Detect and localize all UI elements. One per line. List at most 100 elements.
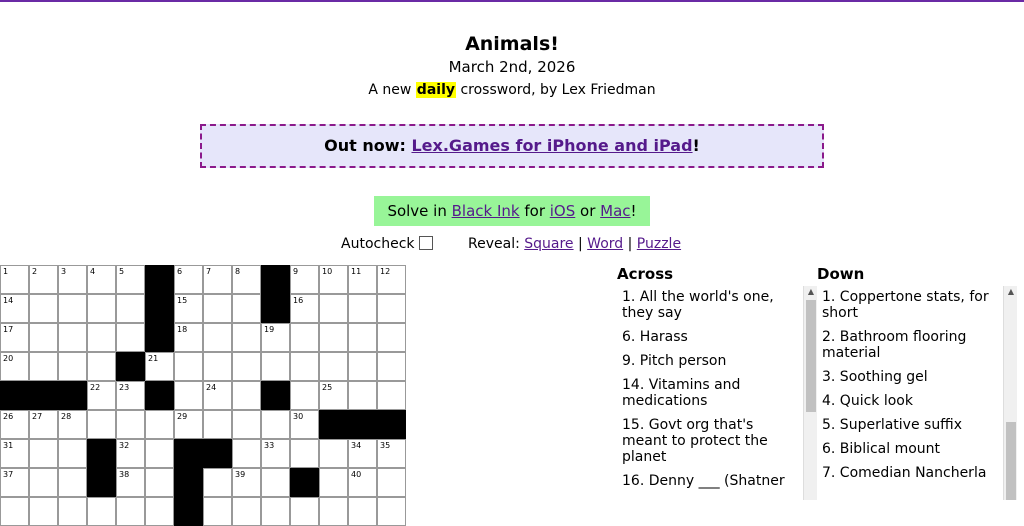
down-clue[interactable]: 3. Soothing gel — [817, 366, 1002, 390]
reveal-square-link[interactable]: Square — [524, 236, 573, 252]
grid-cell[interactable]: 11 — [348, 265, 377, 294]
grid-cell[interactable]: 8 — [232, 265, 261, 294]
grid-cell[interactable] — [377, 352, 406, 381]
grid-cell[interactable] — [377, 468, 406, 497]
across-clue[interactable]: 1. All the world's one, they say — [617, 286, 802, 326]
grid-cell[interactable] — [232, 352, 261, 381]
grid-cell[interactable] — [87, 323, 116, 352]
grid-cell[interactable] — [261, 497, 290, 526]
grid-cell[interactable] — [174, 381, 203, 410]
grid-cell[interactable]: 25 — [319, 381, 348, 410]
grid-cell[interactable] — [116, 294, 145, 323]
grid-cell[interactable] — [29, 323, 58, 352]
down-clue[interactable]: 4. Quick look — [817, 390, 1002, 414]
grid-cell[interactable] — [58, 468, 87, 497]
grid-cell[interactable] — [145, 497, 174, 526]
reveal-word-link[interactable]: Word — [587, 236, 623, 252]
grid-cell[interactable]: 32 — [116, 439, 145, 468]
grid-cell[interactable]: 6 — [174, 265, 203, 294]
grid-cell[interactable]: 2 — [29, 265, 58, 294]
grid-cell[interactable] — [87, 352, 116, 381]
grid-cell[interactable] — [58, 352, 87, 381]
grid-cell[interactable] — [203, 410, 232, 439]
scroll-up-icon[interactable]: ▲ — [1004, 286, 1018, 298]
grid-cell[interactable] — [0, 497, 29, 526]
grid-cell[interactable] — [319, 352, 348, 381]
grid-cell[interactable] — [377, 294, 406, 323]
scrollbar-thumb[interactable] — [1006, 422, 1016, 500]
across-clue[interactable]: 15. Govt org that's meant to protect the… — [617, 414, 802, 470]
grid-cell[interactable]: 21 — [145, 352, 174, 381]
grid-cell[interactable]: 29 — [174, 410, 203, 439]
grid-cell[interactable]: 24 — [203, 381, 232, 410]
grid-cell[interactable] — [319, 497, 348, 526]
grid-cell[interactable] — [145, 468, 174, 497]
grid-cell[interactable]: 22 — [87, 381, 116, 410]
grid-cell[interactable]: 28 — [58, 410, 87, 439]
grid-cell[interactable] — [232, 497, 261, 526]
grid-cell[interactable]: 33 — [261, 439, 290, 468]
grid-cell[interactable]: 20 — [0, 352, 29, 381]
grid-cell[interactable] — [203, 352, 232, 381]
grid-cell[interactable]: 23 — [116, 381, 145, 410]
grid-cell[interactable] — [116, 497, 145, 526]
down-clue[interactable]: 5. Superlative suffix — [817, 414, 1002, 438]
grid-cell[interactable] — [348, 381, 377, 410]
across-clue[interactable]: 16. Denny ___ (Shatner — [617, 470, 802, 494]
scroll-up-icon[interactable]: ▲ — [804, 286, 818, 298]
grid-cell[interactable] — [377, 381, 406, 410]
grid-cell[interactable] — [174, 352, 203, 381]
grid-cell[interactable]: 35 — [377, 439, 406, 468]
grid-cell[interactable] — [232, 439, 261, 468]
grid-cell[interactable] — [319, 439, 348, 468]
grid-cell[interactable] — [116, 410, 145, 439]
grid-cell[interactable]: 16 — [290, 294, 319, 323]
grid-cell[interactable]: 15 — [174, 294, 203, 323]
grid-cell[interactable] — [58, 439, 87, 468]
grid-cell[interactable]: 17 — [0, 323, 29, 352]
ios-link[interactable]: iOS — [550, 202, 576, 220]
grid-cell[interactable] — [319, 294, 348, 323]
grid-cell[interactable] — [87, 410, 116, 439]
reveal-puzzle-link[interactable]: Puzzle — [637, 236, 681, 252]
grid-cell[interactable] — [29, 439, 58, 468]
grid-cell[interactable] — [203, 294, 232, 323]
grid-cell[interactable] — [58, 294, 87, 323]
grid-cell[interactable] — [58, 497, 87, 526]
grid-cell[interactable]: 7 — [203, 265, 232, 294]
grid-cell[interactable]: 34 — [348, 439, 377, 468]
grid-cell[interactable]: 39 — [232, 468, 261, 497]
grid-cell[interactable] — [290, 352, 319, 381]
across-clue[interactable]: 14. Vitamins and medications — [617, 374, 802, 414]
down-scrollbar[interactable]: ▲ — [1003, 286, 1017, 500]
grid-cell[interactable] — [290, 381, 319, 410]
grid-cell[interactable] — [29, 497, 58, 526]
across-clue[interactable]: 6. Harass — [617, 326, 802, 350]
grid-cell[interactable] — [290, 497, 319, 526]
grid-cell[interactable]: 5 — [116, 265, 145, 294]
grid-cell[interactable] — [290, 323, 319, 352]
grid-cell[interactable] — [348, 294, 377, 323]
grid-cell[interactable]: 26 — [0, 410, 29, 439]
down-clue[interactable]: 1. Coppertone stats, for short — [817, 286, 1002, 326]
grid-cell[interactable] — [232, 294, 261, 323]
grid-cell[interactable] — [29, 352, 58, 381]
autocheck-checkbox[interactable] — [418, 236, 433, 250]
grid-cell[interactable]: 9 — [290, 265, 319, 294]
down-clue[interactable]: 2. Bathroom flooring material — [817, 326, 1002, 366]
grid-cell[interactable]: 12 — [377, 265, 406, 294]
grid-cell[interactable] — [261, 410, 290, 439]
grid-cell[interactable] — [145, 410, 174, 439]
grid-cell[interactable]: 40 — [348, 468, 377, 497]
grid-cell[interactable]: 14 — [0, 294, 29, 323]
down-clue[interactable]: 7. Comedian Nancherla — [817, 462, 1002, 486]
grid-cell[interactable] — [87, 497, 116, 526]
grid-cell[interactable] — [319, 323, 348, 352]
grid-cell[interactable] — [348, 323, 377, 352]
grid-cell[interactable] — [203, 323, 232, 352]
grid-cell[interactable]: 37 — [0, 468, 29, 497]
grid-cell[interactable]: 27 — [29, 410, 58, 439]
grid-cell[interactable] — [232, 410, 261, 439]
grid-cell[interactable] — [319, 468, 348, 497]
grid-cell[interactable]: 4 — [87, 265, 116, 294]
